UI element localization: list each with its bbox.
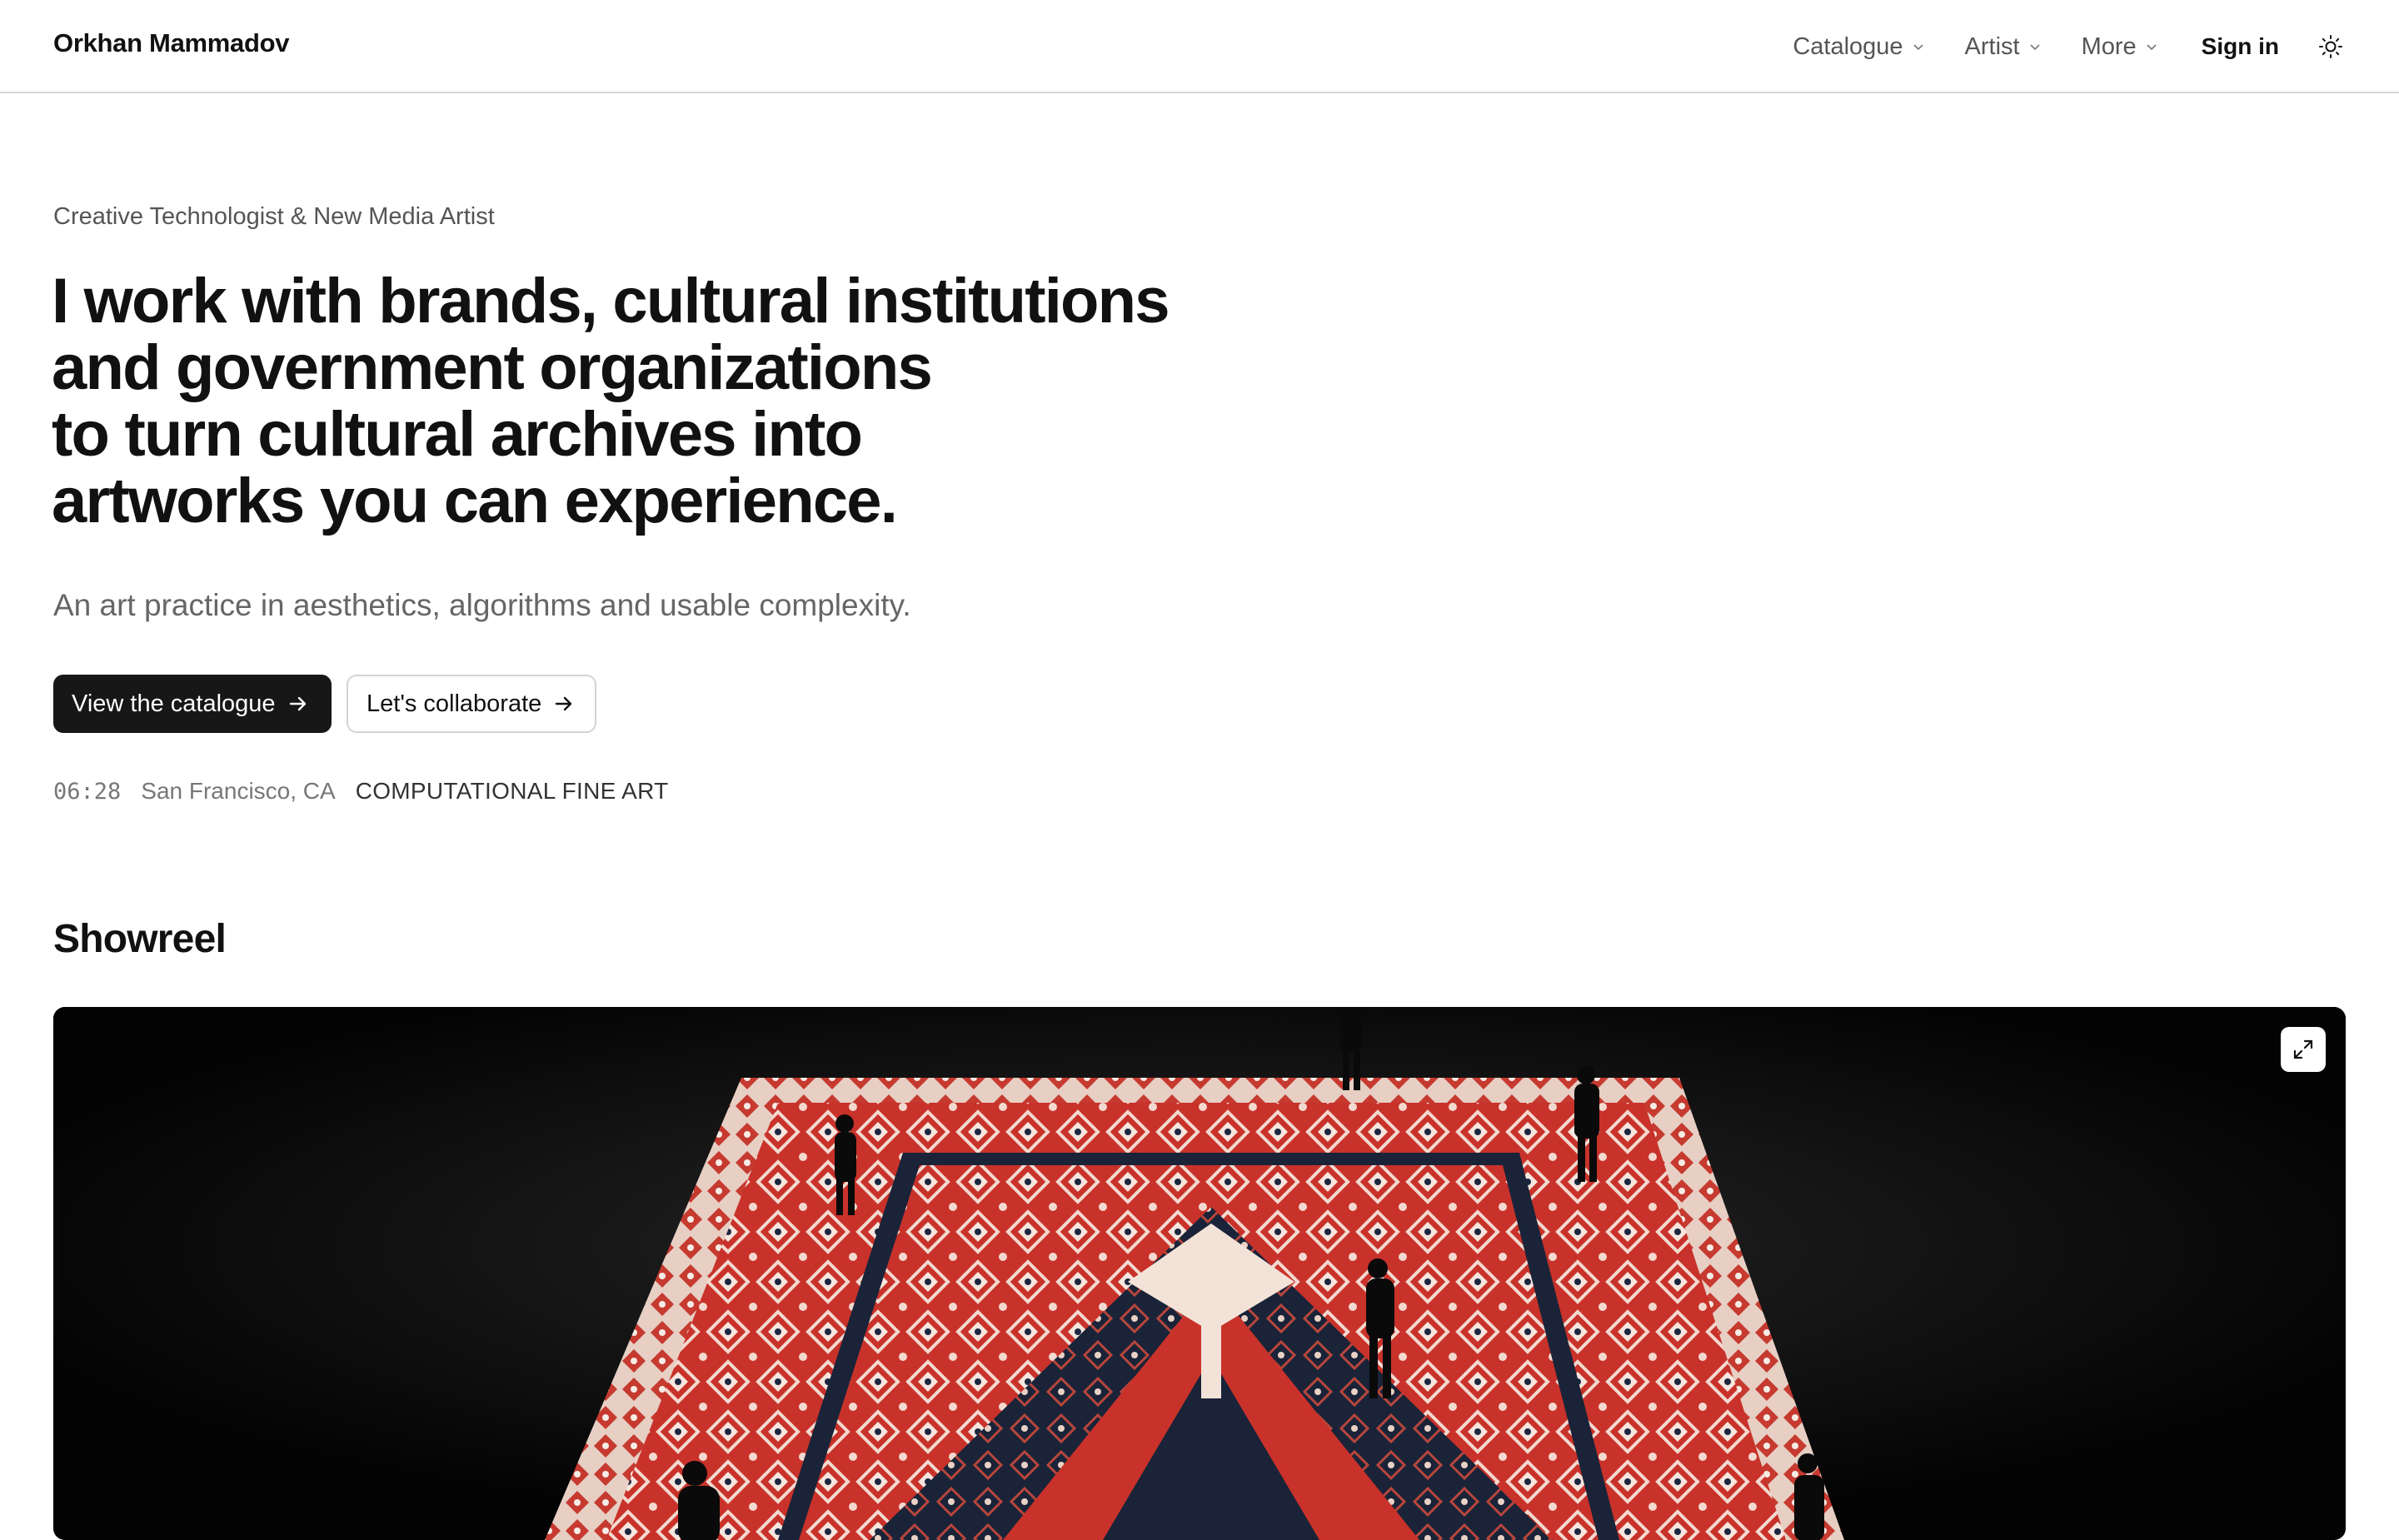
view-catalogue-label: View the catalogue (72, 690, 276, 717)
collaborate-button[interactable]: Let's collaborate (347, 675, 596, 733)
practice-tag: COMPUTATIONAL FINE ART (355, 778, 669, 804)
main-nav: Catalogue Artist More Sign in (1793, 23, 2346, 70)
chevron-down-icon (2147, 44, 2157, 51)
chevron-down-icon (2030, 44, 2040, 51)
site-header: Orkhan Mammadov Catalogue Artist More Si… (0, 0, 2399, 93)
headline-line: I work with brands, cultural institution… (52, 266, 1170, 336)
showreel-title: Showreel (53, 917, 227, 961)
collaborate-label: Let's collaborate (367, 690, 542, 717)
nav-more-label: More (2081, 32, 2137, 60)
showreel-video[interactable] (53, 1007, 2346, 1540)
expand-icon (2293, 1039, 2313, 1059)
hero-meta: 06:28 San Francisco, CA COMPUTATIONAL FI… (53, 778, 669, 805)
nav-more[interactable]: More (2082, 33, 2158, 61)
view-catalogue-button[interactable]: View the catalogue (53, 675, 332, 733)
hero-subtitle: An art practice in aesthetics, algorithm… (53, 588, 911, 622)
nav-catalogue[interactable]: Catalogue (1793, 33, 1924, 61)
location-text: San Francisco, CA (141, 778, 336, 804)
hero-eyebrow: Creative Technologist & New Media Artist (53, 203, 495, 230)
theme-toggle-button[interactable] (2316, 32, 2346, 62)
nav-catalogue-label: Catalogue (1793, 32, 1903, 60)
fullscreen-button[interactable] (2281, 1027, 2326, 1072)
sun-icon (2319, 35, 2342, 58)
nav-artist-label: Artist (1964, 32, 2020, 60)
carpet-installation-image (53, 1007, 2346, 1540)
local-time: 06:28 (53, 779, 122, 805)
arrow-right-icon (289, 696, 306, 711)
headline-line: and government organizations (52, 332, 933, 403)
sign-in-link[interactable]: Sign in (2202, 33, 2279, 60)
hero-headline: I work with brands, cultural institution… (52, 266, 1170, 536)
headline-line: artworks you can experience. (52, 466, 898, 536)
chevron-down-icon (1913, 44, 1923, 51)
headline-line: to turn cultural archives into (52, 399, 863, 470)
arrow-right-icon (556, 696, 572, 711)
site-logo[interactable]: Orkhan Mammadov (53, 28, 290, 58)
nav-artist[interactable]: Artist (1965, 33, 2042, 61)
